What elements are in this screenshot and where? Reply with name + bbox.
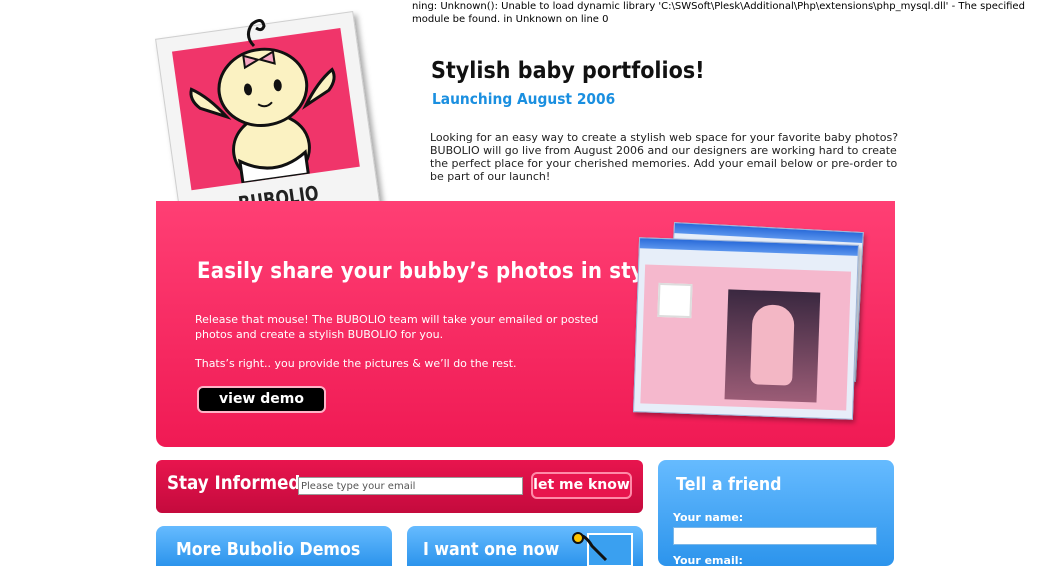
let-me-know-button[interactable]: let me know: [531, 472, 632, 499]
page-title: Stylish baby portfolios!: [431, 58, 705, 84]
hero-description: Release that mouse! The BUBOLIO team wil…: [195, 313, 599, 341]
launch-subtitle: Launching August 2006: [432, 90, 616, 108]
email-input[interactable]: [298, 477, 523, 495]
php-warning-text: ning: Unknown(): Unable to load dynamic …: [412, 1, 1025, 25]
stay-informed-bar: Stay Informed: let me know: [156, 460, 643, 513]
tell-a-friend-title: Tell a friend: [676, 474, 782, 495]
baby-illustration: [171, 27, 360, 191]
safety-pin-icon: [572, 532, 633, 566]
more-demos-title: More Bubolio Demos: [176, 539, 361, 560]
hair-curl-icon: [247, 19, 266, 48]
stay-informed-label: Stay Informed:: [167, 472, 308, 494]
hero-title: Easily share your bubby’s photos in styl…: [197, 259, 665, 284]
more-demos-box[interactable]: More Bubolio Demos: [156, 526, 392, 566]
tell-a-friend-box: Tell a friend Your name: Your email:: [658, 460, 894, 566]
friend-name-input[interactable]: [673, 527, 877, 545]
demo-screenshot: [633, 222, 876, 427]
intro-paragraph: Looking for an easy way to create a styl…: [430, 131, 899, 183]
your-name-label: Your name:: [673, 511, 744, 524]
browser-window-front: [633, 237, 859, 420]
hero-panel: Easily share your bubby’s photos in styl…: [156, 201, 895, 447]
hero-tagline: Thats’s right.. you provide the pictures…: [195, 357, 517, 370]
view-demo-button[interactable]: view demo: [197, 386, 326, 413]
want-one-title: I want one now: [423, 539, 560, 560]
your-email-label: Your email:: [673, 554, 743, 566]
